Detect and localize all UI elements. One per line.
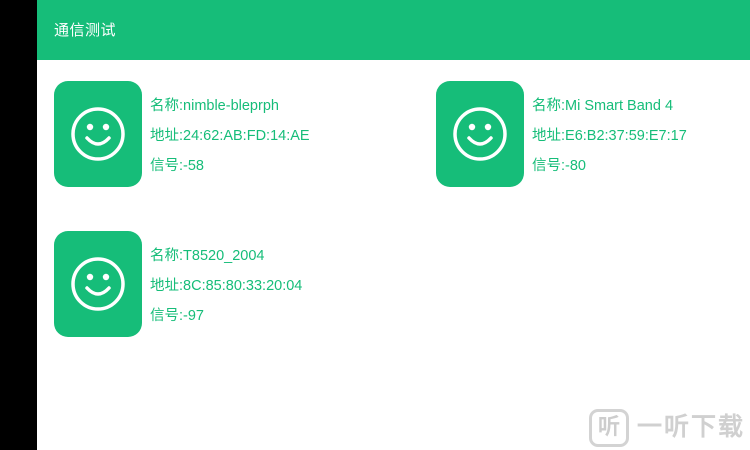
device-name: 名称:Mi Smart Band 4 xyxy=(532,98,674,114)
device-info: 名称:Mi Smart Band 4 地址:E6:B2:37:59:E7:17 … xyxy=(532,91,687,181)
app-toolbar: 通信测试 xyxy=(37,0,750,60)
device-address: 地址:24:62:AB:FD:14:AE xyxy=(150,128,310,144)
device-avatar xyxy=(54,81,142,187)
device-avatar xyxy=(54,231,142,337)
app-title: 通信测试 xyxy=(54,21,117,39)
screen: 通信测试 名称:nimble-bleprph 地址:24:62:AB:FD:14… xyxy=(0,0,750,450)
device-signal: 信号:-80 xyxy=(532,158,586,174)
device-name: 名称:nimble-bleprph xyxy=(150,98,279,114)
device-item[interactable]: 名称:T8520_2004 地址:8C:85:80:33:20:04 信号:-9… xyxy=(54,231,384,351)
device-avatar xyxy=(436,81,524,187)
watermark-icon: 听 xyxy=(589,409,629,447)
device-name: 名称:T8520_2004 xyxy=(150,248,265,264)
device-item[interactable]: 名称:Mi Smart Band 4 地址:E6:B2:37:59:E7:17 … xyxy=(436,81,750,201)
device-address: 地址:8C:85:80:33:20:04 xyxy=(150,278,303,294)
device-signal: 信号:-58 xyxy=(150,158,204,174)
device-address: 地址:E6:B2:37:59:E7:17 xyxy=(532,128,687,144)
watermark-logo: 听 一听下载 xyxy=(589,407,749,447)
watermark-text: 一听下载 xyxy=(637,412,746,441)
smiley-face-icon xyxy=(453,107,507,161)
left-frame-edge xyxy=(0,0,37,450)
smiley-face-icon xyxy=(71,107,125,161)
device-item[interactable]: 名称:nimble-bleprph 地址:24:62:AB:FD:14:AE 信… xyxy=(54,81,384,201)
device-info: 名称:nimble-bleprph 地址:24:62:AB:FD:14:AE 信… xyxy=(150,91,310,181)
app-window: 通信测试 名称:nimble-bleprph 地址:24:62:AB:FD:14… xyxy=(37,0,750,450)
device-info: 名称:T8520_2004 地址:8C:85:80:33:20:04 信号:-9… xyxy=(150,241,302,331)
smiley-face-icon xyxy=(71,257,125,311)
device-signal: 信号:-97 xyxy=(150,308,204,324)
